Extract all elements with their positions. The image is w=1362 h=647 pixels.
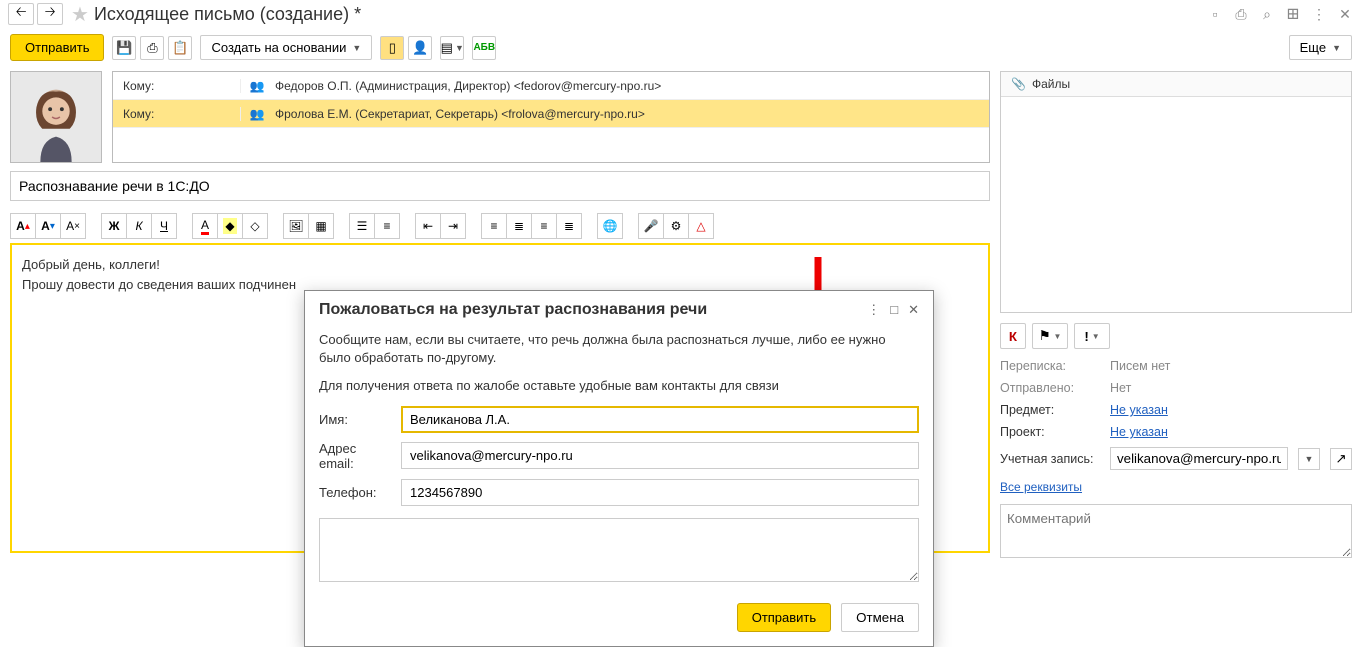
image-button[interactable]: 🖼 (283, 213, 309, 239)
address-book-button[interactable]: ▯ (380, 36, 404, 60)
paperclip-icon: 📎 (1011, 77, 1026, 91)
outdent-button[interactable]: ⇤ (415, 213, 441, 239)
subject-meta-link[interactable]: Не указан (1110, 403, 1168, 417)
dialog-text2: Для получения ответа по жалобе оставьте … (319, 377, 919, 395)
account-label: Учетная запись: (1000, 452, 1100, 466)
person-icon: 👥 (247, 79, 267, 93)
page-title: Исходящее письмо (создание) * (94, 4, 1206, 25)
person-button[interactable]: 👤 (408, 36, 432, 60)
thread-value: Писем нет (1110, 359, 1352, 373)
text-color-button[interactable]: A (192, 213, 218, 239)
complaint-textarea[interactable] (319, 518, 919, 582)
clear-format-button[interactable]: ◇ (242, 213, 268, 239)
create-based-on-button[interactable]: Создать на основании▼ (200, 35, 372, 60)
thread-label: Переписка: (1000, 359, 1100, 373)
account-input[interactable] (1110, 447, 1288, 470)
project-label: Проект: (1000, 425, 1100, 439)
favorite-star-icon[interactable]: ★ (71, 2, 89, 27)
dialog-more-icon[interactable]: ⋮ (867, 302, 880, 318)
italic-button[interactable]: К (126, 213, 152, 239)
flag-dropdown[interactable]: ⚑▼ (1032, 323, 1068, 349)
recipient-empty-row[interactable] (113, 128, 989, 158)
more-button[interactable]: Еще▼ (1289, 35, 1352, 60)
subject-input[interactable] (10, 171, 990, 201)
font-larger-button[interactable]: A▴ (10, 213, 36, 239)
k-button[interactable]: К (1000, 323, 1026, 349)
link-icon[interactable]: 𐌎 (1284, 5, 1302, 23)
files-list[interactable] (1001, 97, 1351, 312)
settings-button[interactable]: ⚙ (663, 213, 689, 239)
more-vert-icon[interactable]: ⋮ (1310, 5, 1328, 23)
recipient-row[interactable]: Кому: 👥 Федоров О.П. (Администрация, Дир… (113, 72, 989, 100)
email-input[interactable] (401, 442, 919, 469)
font-smaller-button[interactable]: A▾ (35, 213, 61, 239)
align-left-button[interactable]: ≡ (481, 213, 507, 239)
send-button[interactable]: Отправить (10, 34, 104, 61)
font-reset-button[interactable]: A× (60, 213, 86, 239)
spellcheck-button[interactable]: АБВ (472, 36, 496, 60)
all-requisites-link[interactable]: Все реквизиты (1000, 480, 1082, 494)
sent-label: Отправлено: (1000, 381, 1100, 395)
preview-icon[interactable]: ⌕ (1258, 5, 1276, 23)
name-input[interactable] (401, 406, 919, 433)
align-right-button[interactable]: ≡ (531, 213, 557, 239)
dialog-text1: Сообщите нам, если вы считаете, что речь… (319, 331, 919, 367)
avatar (10, 71, 102, 163)
dialog-maximize-icon[interactable]: □ (890, 302, 898, 318)
person-icon: 👥 (247, 107, 267, 121)
comment-textarea[interactable] (1000, 504, 1352, 558)
indent-button[interactable]: ⇥ (440, 213, 466, 239)
phone-label: Телефон: (319, 485, 391, 500)
copy-button[interactable]: 📋 (168, 36, 192, 60)
template-button[interactable]: ▤▼ (440, 36, 464, 60)
link-button[interactable]: 🌐 (597, 213, 623, 239)
sent-value: Нет (1110, 381, 1352, 395)
project-link[interactable]: Не указан (1110, 425, 1168, 439)
dialog-close-icon[interactable]: ✕ (908, 302, 919, 318)
email-label: Адрес email: (319, 441, 391, 471)
list-bullet-button[interactable]: ☰ (349, 213, 375, 239)
account-dropdown-button[interactable]: ▼ (1298, 448, 1320, 470)
mic-button[interactable]: 🎤 (638, 213, 664, 239)
importance-dropdown[interactable]: !▼ (1074, 323, 1110, 349)
bold-button[interactable]: Ж (101, 213, 127, 239)
save-draft-button[interactable]: 💾 (112, 36, 136, 60)
recipient-row[interactable]: Кому: 👥 Фролова Е.М. (Секретариат, Секре… (113, 100, 989, 128)
phone-input[interactable] (401, 479, 919, 506)
account-open-button[interactable]: ↗ (1330, 448, 1352, 470)
align-justify-button[interactable]: ≣ (556, 213, 582, 239)
align-center-button[interactable]: ≣ (506, 213, 532, 239)
files-title: Файлы (1032, 77, 1070, 91)
name-label: Имя: (319, 412, 391, 427)
subject-meta-label: Предмет: (1000, 403, 1100, 417)
report-speech-button[interactable]: △ (688, 213, 714, 239)
nav-forward[interactable]: 🡢 (37, 3, 63, 25)
close-icon[interactable]: ✕ (1336, 5, 1354, 23)
table-button[interactable]: ▦ (308, 213, 334, 239)
speech-complaint-dialog: Пожаловаться на результат распознавания … (304, 290, 934, 647)
print-icon[interactable]: ⎙ (1232, 5, 1250, 23)
bg-color-button[interactable]: ◆ (217, 213, 243, 239)
underline-button[interactable]: Ч (151, 213, 177, 239)
print-button[interactable]: ⎙ (140, 36, 164, 60)
nav-back[interactable]: 🡠 (8, 3, 34, 25)
list-number-button[interactable]: ≡ (374, 213, 400, 239)
save-icon[interactable]: ▫ (1206, 5, 1224, 23)
dialog-title: Пожаловаться на результат распознавания … (319, 301, 867, 319)
